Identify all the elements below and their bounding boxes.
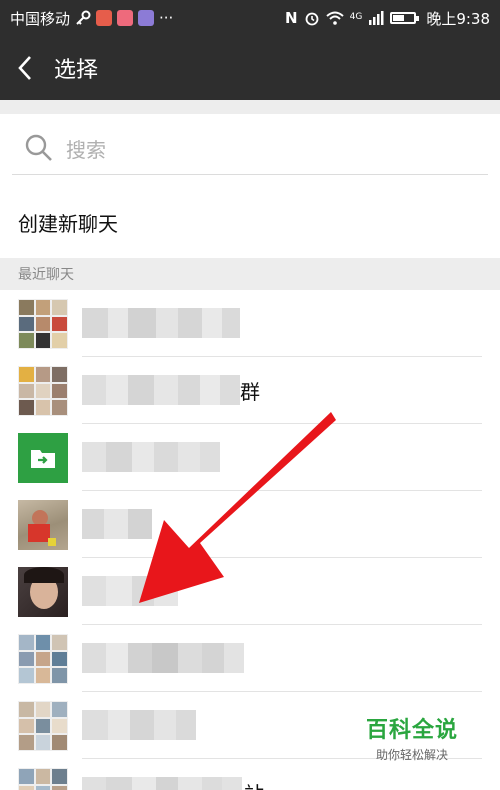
wifi-icon [325,11,344,25]
app-icon [96,10,113,26]
more-icon: ··· [159,9,174,27]
nfc-icon: N [285,9,298,27]
key-icon [76,10,91,25]
music-icon [138,10,155,26]
contact-avatar [18,567,68,617]
search-icon [25,134,52,161]
chat-row[interactable]: 群 [0,357,500,424]
clock: 晚上9:38 [426,9,490,28]
search-input[interactable]: 搜索 [66,134,106,163]
watermark-title: 百科全说 [366,718,459,743]
back-button[interactable] [0,36,50,100]
group-avatar [18,299,68,349]
contact-name-blurred [82,375,240,405]
contact-name-blurred [82,643,244,673]
watermark-subtitle: 助你轻松解决 [376,748,449,762]
contact-name-blurred [82,710,196,740]
contact-avatar [18,500,68,550]
search-underline [12,174,488,175]
section-label: 最近聊天 [18,267,74,283]
folder-arrow-icon [31,450,55,468]
group-avatar [18,768,68,790]
page-title: 选择 [54,58,99,83]
search-bar[interactable]: 搜索 [0,114,500,182]
section-header-recent: 最近聊天 [0,258,500,290]
contact-name-suffix: 站 [244,778,264,790]
group-avatar [18,634,68,684]
contact-name-blurred [82,576,178,606]
contact-name-blurred [82,442,220,472]
file-transfer-avatar [18,433,68,483]
chat-row[interactable] [0,491,500,558]
header: 选择 [0,36,500,100]
group-avatar [18,701,68,751]
contact-name-blurred [82,308,240,338]
chat-row[interactable] [0,424,500,491]
signal-icon [369,11,384,25]
carrier-label: 中国移动 [10,9,71,28]
chat-row[interactable]: 站 [0,759,500,790]
status-bar: 中国移动 ··· N 4G 晚上9:38 [0,0,500,36]
divider [0,100,500,114]
contact-name-blurred [82,777,242,790]
chat-row[interactable] [0,625,500,692]
contact-name-blurred [82,509,152,539]
watermark-logo: 百科全说 助你轻松解决 [366,712,458,763]
app-icon [117,10,134,26]
chat-row[interactable] [0,290,500,357]
create-new-chat-button[interactable]: 创建新聊天 [0,186,500,258]
contact-name-suffix: 群 [240,380,260,404]
alarm-icon [305,12,319,26]
network-type: 4G [349,11,363,22]
group-avatar [18,366,68,416]
chevron-left-icon [18,56,31,80]
create-new-chat-label: 创建新聊天 [18,211,118,236]
chat-row[interactable] [0,558,500,625]
battery-icon [390,12,420,24]
